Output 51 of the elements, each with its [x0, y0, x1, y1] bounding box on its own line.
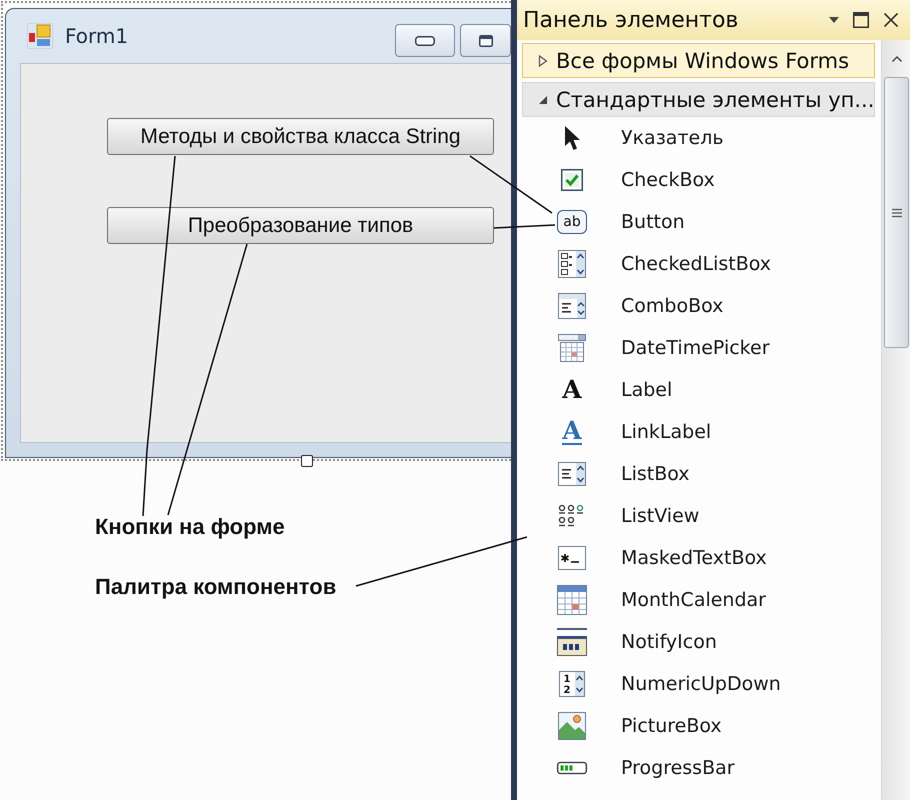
window-title: Form1 [65, 24, 128, 48]
toolbox-item[interactable]: MonthCalendar [517, 579, 882, 621]
calendar-icon [557, 585, 587, 615]
combobox-icon [558, 293, 586, 319]
cursor-arrow-icon [563, 125, 581, 151]
leader-line [494, 224, 556, 229]
minimize-button[interactable] [395, 24, 455, 57]
maximize-icon [478, 34, 492, 46]
maximize-icon[interactable] [853, 12, 870, 28]
form-button[interactable]: Преобразование типов [107, 207, 494, 244]
tray-icon [557, 628, 587, 656]
progress-bar-icon [557, 761, 587, 775]
callout-label: Кнопки на форме [95, 515, 285, 539]
toolbox-item[interactable]: CheckBox [517, 159, 882, 201]
number-spinner-icon: 12 [559, 671, 585, 697]
grip-icon [892, 208, 902, 218]
button-icon: ab [557, 210, 587, 234]
calendar-dropdown-icon [558, 334, 586, 362]
toolbox-item[interactable]: ab Button [517, 201, 882, 243]
listbox-icon [558, 462, 586, 486]
toolbox-item[interactable]: A Label [517, 369, 882, 411]
callout-label: Палитра компонентов [95, 575, 336, 599]
checkbox-icon [561, 169, 583, 191]
toolbox-item[interactable]: ListBox [517, 453, 882, 495]
checklist-icon [558, 250, 586, 278]
form-icon [27, 23, 53, 49]
toolbox-item[interactable]: CheckedListBox [517, 243, 882, 285]
toolbox-item[interactable]: NotifyIcon [517, 621, 882, 663]
toolbox-group[interactable]: Все формы Windows Forms [522, 43, 876, 78]
scroll-up-icon[interactable] [892, 56, 902, 62]
toolbox-item[interactable]: 12 NumericUpDown [517, 663, 882, 705]
toolbox-item[interactable]: ProgressBar [517, 747, 882, 789]
toolbox-title: Панель элементов [523, 8, 738, 32]
masked-field-icon [558, 546, 586, 570]
form-button[interactable]: Методы и свойства класса String [107, 118, 494, 155]
letter-icon: A [562, 378, 582, 402]
picture-icon [558, 712, 586, 740]
toolbox-item[interactable]: Указатель [517, 117, 882, 159]
minimize-icon [415, 36, 435, 46]
close-icon[interactable] [883, 12, 900, 28]
resize-handle[interactable] [301, 455, 313, 467]
toolbox-item[interactable]: ComboBox [517, 285, 882, 327]
toolbox-item[interactable]: MaskedTextBox [517, 537, 882, 579]
toolbox-item[interactable]: A LinkLabel [517, 411, 882, 453]
maximize-button[interactable] [460, 24, 511, 57]
toolbox-item[interactable]: ListView [517, 495, 882, 537]
toolbox-item[interactable]: DateTimePicker [517, 327, 882, 369]
dropdown-icon[interactable] [829, 17, 840, 23]
scrollbar-thumb[interactable] [884, 77, 910, 348]
toolbox-group[interactable]: Стандартные элементы уп... [522, 82, 876, 117]
toolbox-item[interactable]: PictureBox [517, 705, 882, 747]
